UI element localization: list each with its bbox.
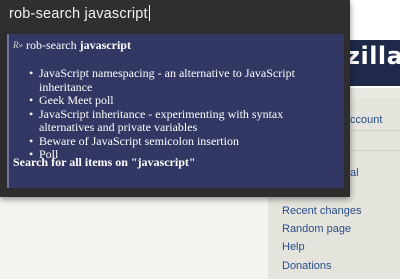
result-item[interactable]: • JavaScript namespacing - an alternative… xyxy=(29,66,339,94)
bullet-icon: • xyxy=(29,93,34,107)
rob-search-icon: R» xyxy=(13,40,23,50)
result-item-label: Geek Meet poll xyxy=(39,93,114,107)
nav-random-page[interactable]: Random page xyxy=(282,223,351,235)
query-input[interactable]: rob-search javascript xyxy=(9,5,150,22)
results-header-term: javascript xyxy=(79,38,131,52)
launcher-window: rob-search javascript R» rob-search javas… xyxy=(0,0,350,197)
search-all-link[interactable]: Search for all items on "javascript" xyxy=(13,155,196,170)
results-header-prefix: rob-search xyxy=(26,38,77,52)
results-list: • JavaScript namespacing - an alternative… xyxy=(29,66,339,162)
result-item-label: Beware of JavaScript semicolon insertion xyxy=(39,133,239,148)
bullet-icon: • xyxy=(29,133,34,148)
query-bar[interactable]: rob-search javascript xyxy=(0,0,350,30)
bullet-icon: • xyxy=(29,66,34,80)
text-caret xyxy=(148,5,150,21)
background-sidebar-fragment[interactable]: al xyxy=(350,167,359,179)
result-item[interactable]: • Geek Meet poll xyxy=(29,93,339,108)
result-item[interactable]: • Beware of JavaScript semicolon insertio… xyxy=(29,133,339,149)
result-item[interactable]: • JavaScript inheritance - experimenting … xyxy=(29,106,339,135)
results-panel: R» rob-search javascript • JavaScript name… xyxy=(7,34,344,188)
background-account-link[interactable]: ccount xyxy=(350,114,382,126)
nav-help[interactable]: Help xyxy=(282,241,305,253)
result-item-label: JavaScript inheritance - experimenting w… xyxy=(39,106,284,134)
result-item-label: JavaScript namespacing - an alternative … xyxy=(39,66,295,94)
background-brand-text: zilla xyxy=(346,42,400,70)
nav-recent-changes[interactable]: Recent changes xyxy=(282,205,362,217)
bullet-icon: • xyxy=(29,106,34,121)
nav-donations[interactable]: Donations xyxy=(282,260,332,272)
results-header[interactable]: R» rob-search javascript xyxy=(13,38,131,53)
query-text: rob-search javascript xyxy=(9,6,148,22)
